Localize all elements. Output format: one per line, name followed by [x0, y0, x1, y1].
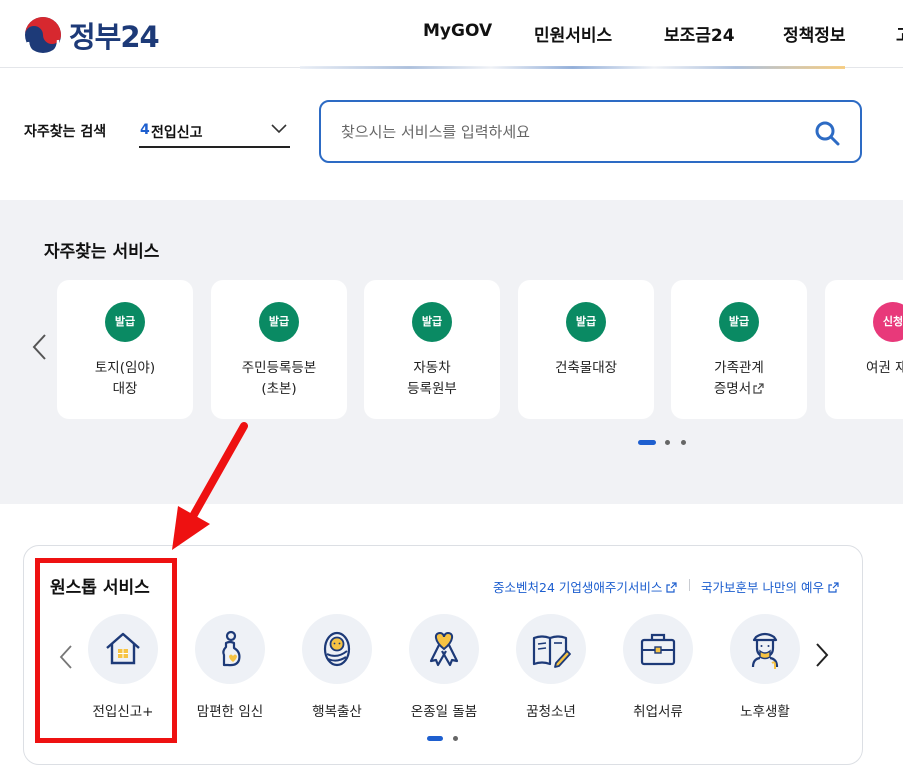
- pagination-active-dot[interactable]: [638, 440, 656, 445]
- service-card-label: 자동차 등록원부: [407, 360, 457, 397]
- link-text: 국가보훈부 나만의 예우: [701, 580, 824, 595]
- elderly-icon: [751, 632, 779, 669]
- onestop-icon-circle: [195, 614, 265, 684]
- baby-icon: [323, 631, 351, 667]
- onestop-icon-circle: [516, 614, 586, 684]
- link-divider: [689, 579, 690, 591]
- nav-subsidy24[interactable]: 보조금24: [664, 21, 735, 46]
- pagination-dot[interactable]: [681, 440, 686, 445]
- site-header: 정부24 MyGOV 민원서비스 보조금24 정책정보 고: [0, 0, 903, 69]
- onestop-item-label: 노후생활: [740, 704, 790, 720]
- service-card-label: 가족관계 증명서: [671, 358, 807, 400]
- onestop-item-label: 행복출산: [312, 704, 362, 720]
- service-card-vehicle-register[interactable]: 발급 자동차 등록원부: [364, 280, 500, 419]
- service-card-label: 여권 재발: [866, 360, 903, 376]
- badge-apply: 신청: [873, 302, 903, 342]
- chevron-left-icon[interactable]: [30, 333, 48, 361]
- service-card-building-register[interactable]: 발급 건축물대장: [518, 280, 654, 419]
- service-card-resident-register[interactable]: 발급 주민등록등본 (초본): [211, 280, 347, 419]
- service-card-label: 주민등록등본 (초본): [241, 360, 317, 397]
- link-sme-venture24[interactable]: 중소벤처24 기업생애주기서비스: [493, 577, 677, 596]
- search-rank: 4: [140, 122, 150, 138]
- search-input[interactable]: [341, 120, 781, 144]
- onestop-item-pregnancy[interactable]: 맘편한 임신: [175, 614, 285, 724]
- popular-search-dropdown[interactable]: 4 전입신고: [139, 114, 290, 148]
- frequent-services-section: 자주찾는 서비스 발급 토지(임야) 대장 발급 주민등록등본 (초본) 발급 …: [0, 200, 903, 504]
- search-label: 자주찾는 검색: [24, 124, 107, 140]
- badge-issue: 발급: [105, 302, 145, 342]
- badge-issue: 발급: [719, 302, 759, 342]
- external-link-icon: [828, 582, 839, 593]
- search-keyword: 전입신고: [151, 125, 203, 141]
- service-card-label: 토지(임야) 대장: [94, 360, 156, 397]
- annotation-arrow-icon: [172, 422, 248, 550]
- link-veterans-honor[interactable]: 국가보훈부 나만의 예우: [701, 577, 839, 596]
- onestop-item-label: 온종일 돌봄: [410, 704, 478, 720]
- service-card-family-certificate[interactable]: 발급 가족관계 증명서: [671, 280, 807, 419]
- main-nav: MyGOV 민원서비스 보조금24 정책정보 고: [0, 21, 903, 46]
- annotation-highlight-box: [35, 558, 177, 743]
- onestop-item-label: 취업서류: [633, 704, 683, 720]
- nav-mygov[interactable]: MyGOV: [423, 21, 492, 41]
- pagination-dot[interactable]: [665, 440, 670, 445]
- book-pen-icon: [532, 635, 571, 668]
- onestop-icon-circle: [409, 614, 479, 684]
- badge-issue: 발급: [412, 302, 452, 342]
- onestop-item-birth[interactable]: 행복출산: [282, 614, 392, 724]
- onestop-item-employment-docs[interactable]: 취업서류: [603, 614, 713, 724]
- external-link-icon: [753, 383, 764, 394]
- link-text: 중소벤처24 기업생애주기서비스: [493, 580, 663, 595]
- onestop-item-retirement[interactable]: 노후생활: [710, 614, 820, 724]
- pregnancy-icon: [222, 630, 241, 667]
- external-link-icon: [666, 582, 677, 593]
- pagination-dot[interactable]: [453, 736, 458, 741]
- badge-issue: 발급: [566, 302, 606, 342]
- nav-more[interactable]: 고: [896, 21, 903, 46]
- onestop-icon-circle: [302, 614, 372, 684]
- header-banner-stripe: [300, 66, 845, 69]
- onestop-item-allday-care[interactable]: 온종일 돌봄: [389, 614, 499, 724]
- page: 정부24 MyGOV 민원서비스 보조금24 정책정보 고 자주찾는 검색 4 …: [0, 0, 903, 774]
- service-card-land-register[interactable]: 발급 토지(임야) 대장: [57, 280, 193, 419]
- onestop-item-label: 맘편한 임신: [196, 704, 264, 720]
- chevron-down-icon: [271, 124, 287, 134]
- service-card-passport[interactable]: 신청 여권 재발: [825, 280, 903, 419]
- nav-civil-services[interactable]: 민원서비스: [534, 21, 612, 46]
- search-icon[interactable]: [814, 120, 840, 146]
- onestop-item-label: 꿈청소년: [526, 704, 576, 720]
- onestop-icon-circle: [730, 614, 800, 684]
- badge-issue: 발급: [259, 302, 299, 342]
- onestop-item-youth[interactable]: 꿈청소년: [496, 614, 606, 724]
- frequent-services-title: 자주찾는 서비스: [44, 242, 160, 262]
- pagination-active-dot[interactable]: [427, 736, 443, 741]
- service-card-label: 건축물대장: [554, 360, 618, 376]
- ribbon-heart-icon: [429, 631, 459, 667]
- search-box: [319, 100, 862, 163]
- onestop-icon-circle: [623, 614, 693, 684]
- briefcase-icon: [640, 633, 676, 666]
- nav-policy-info[interactable]: 정책정보: [783, 21, 846, 46]
